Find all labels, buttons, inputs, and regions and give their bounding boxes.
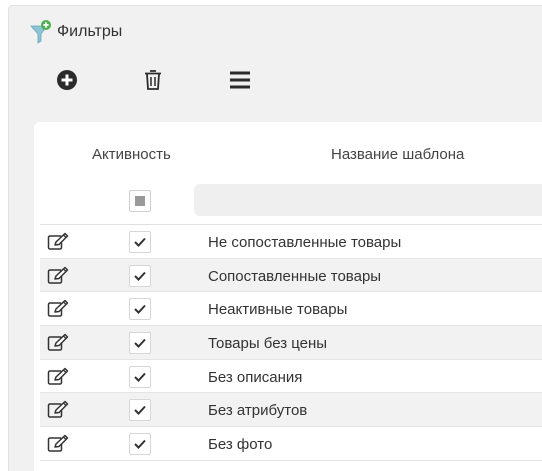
hamburger-icon [229,71,251,94]
check-icon [134,338,146,349]
check-icon [134,406,146,416]
table-header: Активность Название шаблона [34,122,542,178]
active-checkbox[interactable] [129,264,151,287]
check-icon [134,372,146,382]
active-checkbox[interactable] [129,332,151,355]
edit-icon[interactable] [47,434,69,454]
edit-icon[interactable] [47,266,69,286]
trash-icon [143,69,163,96]
template-name: Без фото [208,436,273,454]
column-header-template-name[interactable]: Название шаблона [331,146,464,163]
template-name: Товары без цены [208,335,328,353]
filter-plus-icon [29,19,53,45]
table-row[interactable]: Товары без цены [40,326,542,360]
active-checkbox[interactable] [129,365,151,388]
active-checkbox[interactable] [129,231,151,253]
edit-icon[interactable] [47,367,69,387]
activity-filter-checkbox[interactable] [129,190,151,212]
filter-row [40,178,542,224]
table-row[interactable]: Без атрибутов [40,393,542,428]
column-header-activity[interactable]: Активность [92,146,171,163]
check-icon [134,271,146,281]
active-checkbox[interactable] [129,399,151,422]
table-row[interactable]: Сопоставленные товары [40,258,542,293]
table-row[interactable]: Без фото [40,427,542,461]
add-button[interactable] [49,64,85,100]
edit-icon[interactable] [47,299,69,319]
filters-panel: Фильтры Активность Название шаблона Не с… [8,5,542,471]
panel-title: Фильтры [57,23,123,40]
check-icon [134,237,146,247]
edit-icon[interactable] [47,400,69,420]
edit-icon[interactable] [47,232,69,252]
table-row[interactable]: Неактивные товары [40,292,542,327]
plus-circle-icon [56,69,78,96]
table-row[interactable]: Не сопоставленные товары [40,225,542,259]
template-name: Неактивные товары [208,301,348,319]
template-name-filter-input[interactable] [194,184,542,216]
active-checkbox[interactable] [129,298,151,321]
panel-header: Фильтры [29,18,122,46]
template-name: Не сопоставленные товары [208,234,402,251]
active-checkbox[interactable] [129,433,151,456]
templates-table: Активность Название шаблона Не сопоставл… [34,122,542,471]
check-icon [134,305,146,315]
menu-button[interactable] [222,64,258,100]
check-icon [134,439,146,450]
template-name: Без атрибутов [208,402,308,420]
template-name: Сопоставленные товары [208,267,382,285]
table-row[interactable]: Без описания [40,360,542,394]
edit-icon[interactable] [47,333,69,353]
template-name: Без описания [208,368,303,386]
table-body: Не сопоставленные товары Сопоставленные т… [40,224,542,461]
delete-button[interactable] [135,64,171,100]
